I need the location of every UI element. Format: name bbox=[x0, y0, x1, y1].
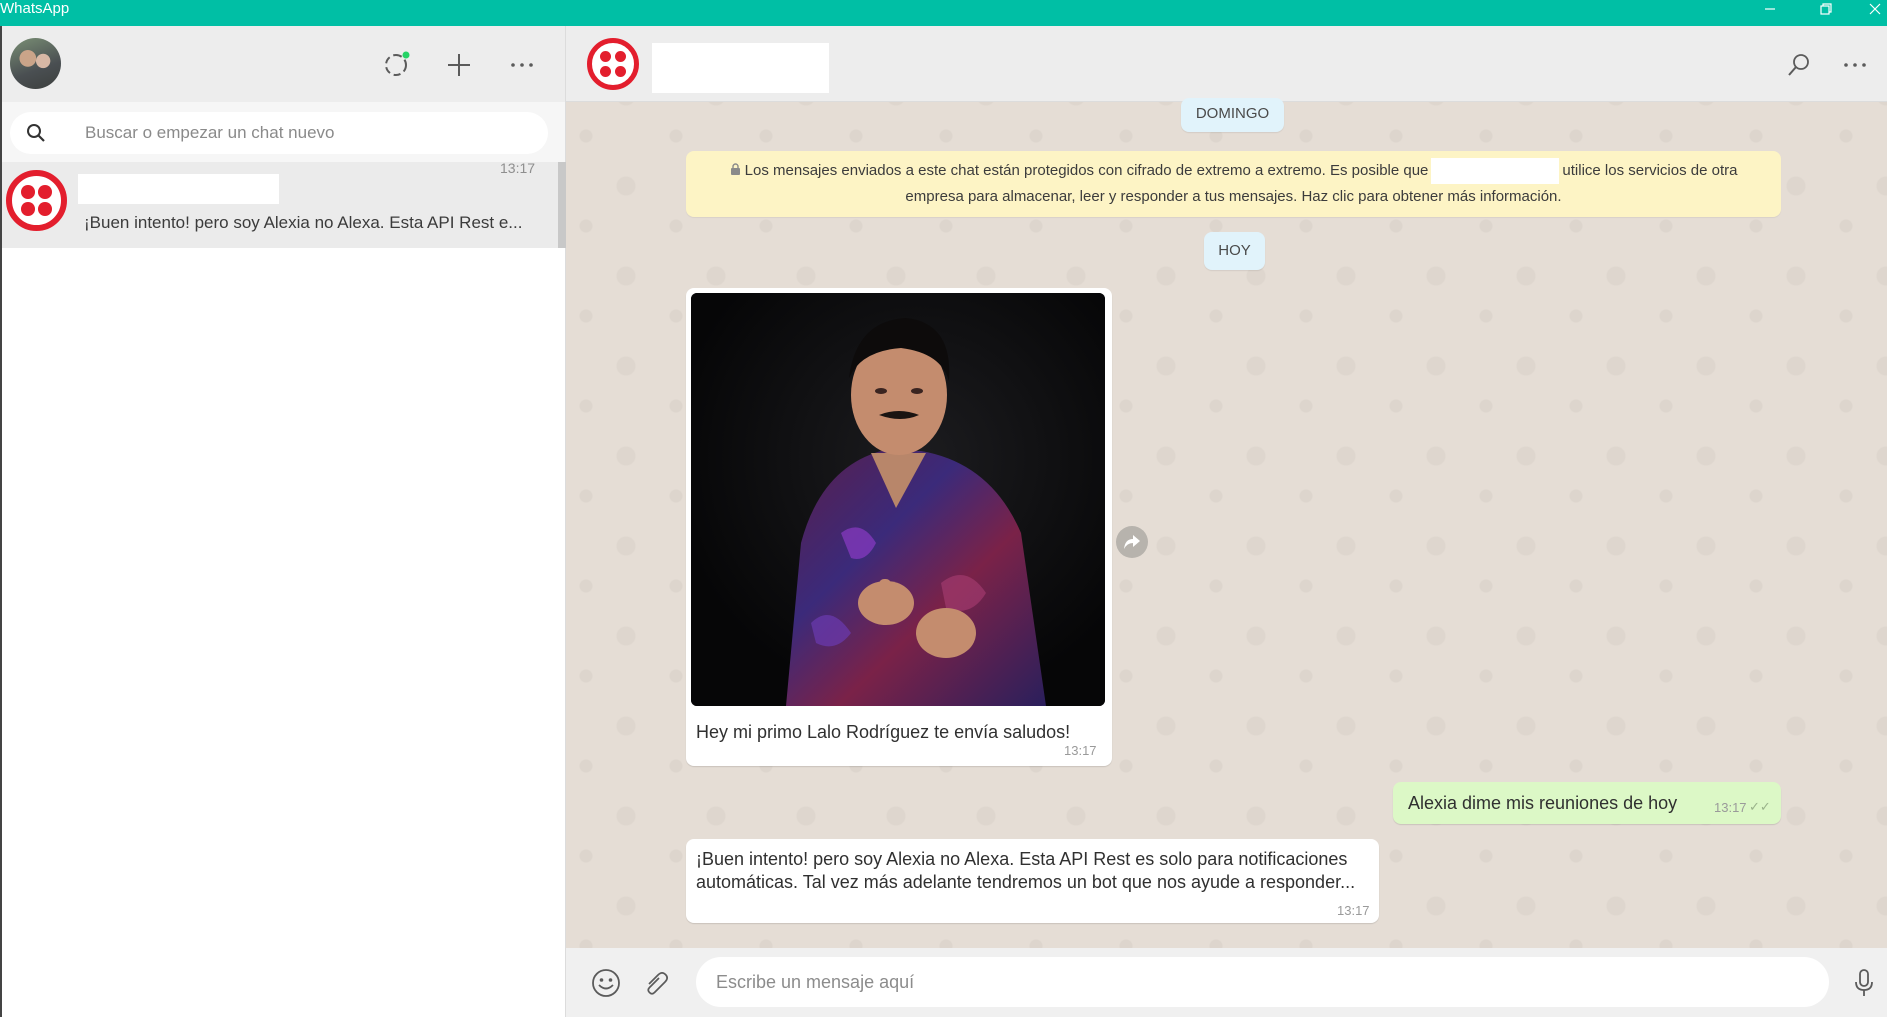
message-time: 13:17 bbox=[1714, 800, 1747, 815]
forward-icon[interactable] bbox=[1116, 526, 1148, 558]
scrollbar[interactable] bbox=[558, 162, 566, 248]
title-bar: WhatsApp bbox=[0, 0, 1887, 26]
minimize-icon[interactable] bbox=[1755, 0, 1785, 18]
message-input[interactable] bbox=[696, 957, 1829, 1007]
contact-avatar-icon[interactable] bbox=[587, 38, 639, 90]
search-icon[interactable] bbox=[1782, 48, 1816, 82]
new-chat-icon[interactable] bbox=[442, 48, 476, 82]
menu-icon[interactable] bbox=[505, 48, 539, 82]
date-divider-today: HOY bbox=[1204, 232, 1265, 270]
encryption-text-part1: Los mensajes enviados a este chat están … bbox=[744, 162, 1429, 179]
search-icon bbox=[26, 123, 46, 148]
outgoing-message[interactable]: Alexia dime mis reuniones de hoy 13:17 ✓… bbox=[1393, 782, 1781, 824]
conversation-header bbox=[566, 26, 1887, 102]
status-icon[interactable] bbox=[379, 48, 413, 82]
attach-icon[interactable] bbox=[638, 965, 674, 1001]
message-photo[interactable] bbox=[691, 293, 1105, 706]
message-text: Alexia dime mis reuniones de hoy bbox=[1408, 793, 1678, 813]
incoming-text-message[interactable]: ¡Buen intento! pero soy Alexia no Alexa.… bbox=[686, 839, 1379, 923]
message-time: 13:17 bbox=[1337, 903, 1370, 918]
read-ticks-icon: ✓✓ bbox=[1749, 799, 1771, 814]
message-text: Hey mi primo Lalo Rodríguez te envía sal… bbox=[696, 722, 1071, 742]
profile-avatar[interactable] bbox=[10, 38, 61, 89]
chat-item-preview: ¡Buen intento! pero soy Alexia no Alexa.… bbox=[84, 213, 523, 232]
message-composer bbox=[566, 948, 1887, 1017]
sidebar-header bbox=[2, 26, 565, 102]
twilio-avatar-icon bbox=[6, 170, 67, 231]
date-divider-sunday: DOMINGO bbox=[1181, 98, 1284, 132]
date-label: DOMINGO bbox=[1195, 105, 1270, 122]
date-label: HOY bbox=[1218, 242, 1251, 259]
menu-icon[interactable] bbox=[1838, 48, 1872, 82]
message-text-line2: automáticas. Tal vez más adelante tendre… bbox=[696, 872, 1356, 892]
message-time: 13:17 bbox=[1064, 743, 1097, 758]
search-input[interactable] bbox=[85, 112, 525, 154]
close-icon[interactable] bbox=[1860, 0, 1887, 18]
message-text-line1: ¡Buen intento! pero soy Alexia no Alexa.… bbox=[696, 849, 1348, 869]
chat-list-item[interactable] bbox=[2, 162, 558, 248]
emoji-icon[interactable] bbox=[588, 965, 624, 1001]
restore-icon[interactable] bbox=[1811, 0, 1841, 18]
incoming-image-message[interactable]: Hey mi primo Lalo Rodríguez te envía sal… bbox=[686, 288, 1112, 766]
contact-name-redacted bbox=[78, 174, 279, 204]
contact-name-redacted bbox=[1431, 158, 1560, 184]
chat-list-pane bbox=[0, 26, 566, 1017]
window-title: WhatsApp bbox=[0, 0, 70, 17]
lock-icon bbox=[730, 162, 745, 179]
encryption-notice[interactable]: Los mensajes enviados a este chat están … bbox=[686, 151, 1781, 217]
mic-icon[interactable] bbox=[1846, 965, 1882, 1001]
chat-item-time: 13:17 bbox=[500, 160, 536, 176]
contact-name-redacted[interactable] bbox=[652, 43, 829, 93]
conversation-pane: DOMINGO Los mensajes enviados a este cha… bbox=[566, 26, 1887, 1017]
search-bar[interactable] bbox=[10, 112, 548, 154]
